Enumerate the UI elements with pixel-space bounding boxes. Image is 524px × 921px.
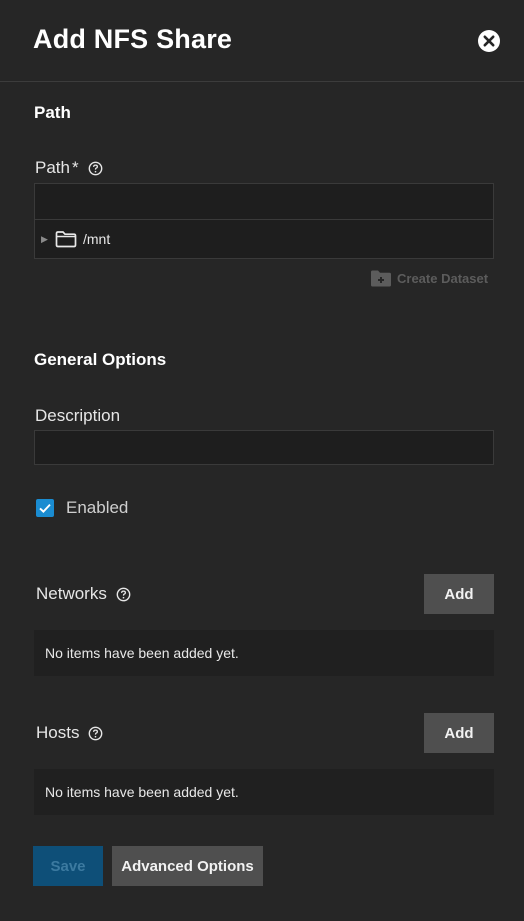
close-icon[interactable] — [477, 29, 501, 53]
expand-arrow-icon[interactable]: ▶ — [41, 234, 55, 245]
advanced-options-button[interactable]: Advanced Options — [112, 846, 263, 886]
help-icon[interactable] — [88, 726, 103, 741]
required-mark: * — [71, 158, 79, 177]
networks-header: Networks Add — [36, 574, 494, 614]
path-explorer: ▶ /mnt — [34, 183, 494, 259]
general-options-title: General Options — [34, 350, 167, 369]
add-host-button[interactable]: Add — [424, 713, 494, 753]
enabled-checkbox[interactable] — [36, 499, 54, 517]
description-label-text: Description — [35, 406, 121, 425]
path-input[interactable] — [35, 184, 493, 220]
enabled-label: Enabled — [66, 498, 129, 517]
help-icon[interactable] — [88, 161, 103, 176]
hosts-label: Hosts — [36, 723, 103, 743]
create-dataset-button[interactable]: Create Dataset — [370, 269, 488, 287]
help-icon[interactable] — [116, 587, 131, 602]
folder-plus-icon — [371, 270, 391, 287]
path-label-text: Path — [35, 158, 70, 177]
form-header: Add NFS Share — [0, 0, 524, 82]
networks-empty-message: No items have been added yet. — [34, 630, 494, 676]
networks-label-text: Networks — [36, 584, 107, 603]
path-section-title: Path — [34, 103, 71, 122]
description-input[interactable] — [34, 430, 494, 465]
checkmark-icon — [39, 503, 51, 513]
networks-label: Networks — [36, 584, 131, 604]
enabled-checkbox-row[interactable]: Enabled — [36, 498, 128, 518]
form-title: Add NFS Share — [33, 24, 233, 54]
path-field-label: Path * — [35, 158, 103, 178]
tree-node-label: /mnt — [83, 231, 111, 247]
description-label: Description — [35, 406, 120, 426]
save-button[interactable]: Save — [33, 846, 103, 886]
hosts-label-text: Hosts — [36, 723, 80, 742]
folder-icon — [55, 230, 77, 248]
hosts-empty-message: No items have been added yet. — [34, 769, 494, 815]
tree-node-mnt[interactable]: ▶ /mnt — [35, 220, 493, 258]
add-network-button[interactable]: Add — [424, 574, 494, 614]
hosts-header: Hosts Add — [36, 713, 494, 753]
create-dataset-label: Create Dataset — [397, 270, 489, 286]
